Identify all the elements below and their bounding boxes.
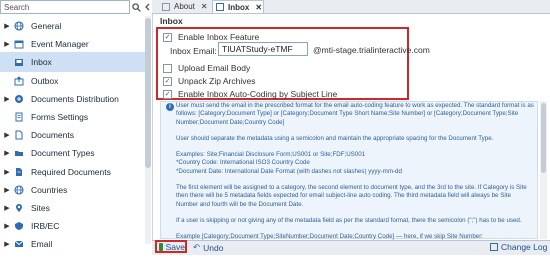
save-icon [159, 242, 163, 251]
tab-about-icon [162, 2, 170, 11]
auto-coding-checkbox[interactable]: ✓ Enable Inbox Auto-Coding by Subject Li… [163, 88, 337, 100]
sidebar-item-outbox[interactable]: Outbox [0, 71, 148, 91]
sidebar-item-label: Forms Settings [31, 112, 89, 122]
upload-email-body-label: Upload Email Body [178, 63, 251, 73]
expand-arrow-icon[interactable]: ▶ [2, 168, 12, 176]
form-icon [12, 111, 26, 123]
sidebar-item-sites[interactable]: ▶ Sites [0, 198, 148, 218]
irb-icon [12, 220, 26, 232]
sidebar-item-general[interactable]: ▶ General [0, 16, 148, 36]
panel-title: Inbox [160, 16, 183, 26]
sidebar-item-required-documents[interactable]: ▶ Required Documents [0, 162, 148, 182]
info-scroll-thumb[interactable] [541, 103, 546, 173]
checkbox-unchecked-icon[interactable] [163, 63, 172, 73]
save-label: Save [165, 241, 185, 252]
undo-button[interactable]: ↶ Undo [193, 242, 223, 253]
sidebar-item-label: Outbox [31, 75, 59, 86]
info-paragraph: The first element will be assigned to a … [176, 184, 527, 208]
info-paragraph: User should separate the metadata using … [176, 134, 494, 142]
sidebar-item-label: Event Manager [31, 39, 89, 50]
expand-arrow-icon[interactable]: ▶ [2, 40, 12, 48]
expand-arrow-icon[interactable]: ▶ [2, 22, 12, 30]
sidebar-item-label: Inbox [31, 57, 52, 68]
inbox-email-label: Inbox Email: * [170, 46, 222, 56]
undo-icon: ↶ [193, 242, 201, 252]
sidebar-item-documents-distribution[interactable]: ▶ Documents Distribution [0, 89, 148, 109]
globe-icon [12, 184, 26, 196]
expand-arrow-icon[interactable]: ▶ [2, 149, 12, 157]
required-doc-icon [12, 166, 26, 178]
expand-arrow-icon[interactable]: ▶ [2, 95, 12, 103]
sidebar-item-label: Sites [31, 203, 50, 213]
inbox-email-domain: @mti-stage.trialinteractive.com [313, 45, 430, 55]
change-log-label: Change Log [501, 242, 548, 252]
folder-icon [12, 147, 26, 159]
unpack-zip-label: Unpack Zip Archives [178, 76, 256, 86]
upload-email-body-checkbox[interactable]: Upload Email Body [163, 62, 250, 74]
info-paragraph: User must send the email in the prescrib… [176, 102, 534, 126]
close-icon[interactable]: ✕ [255, 3, 262, 12]
info-text: User must send the email in the prescrib… [176, 102, 534, 258]
sidebar-item-documents[interactable]: ▶ Documents [0, 125, 148, 145]
tab-about-label: About [174, 2, 195, 11]
expand-arrow-icon[interactable]: ▶ [2, 222, 12, 230]
sidebar-item-document-types[interactable]: ▶ Document Types [0, 143, 148, 163]
distribution-icon [12, 93, 26, 105]
site-icon [12, 202, 26, 214]
email-icon [12, 238, 26, 250]
sidebar-item-label: Required Documents [31, 166, 111, 177]
sidebar: Search ▶ General ▶ Event Manager Inbox Outbox… [0, 0, 153, 254]
sidebar-item-irb-ec[interactable]: ▶ IRB/EC [0, 216, 148, 236]
checkbox-checked-icon[interactable]: ✓ [163, 89, 172, 99]
sidebar-item-label: Email [31, 239, 53, 250]
checkbox-checked-icon[interactable]: ✓ [163, 32, 172, 42]
expand-arrow-icon[interactable]: ▶ [2, 204, 12, 212]
collapse-sidebar-icon[interactable] [142, 1, 152, 13]
calendar-icon [12, 38, 26, 50]
checkbox-checked-icon[interactable]: ✓ [163, 76, 172, 86]
document-icon [12, 129, 26, 141]
sidebar-item-label: Documents Distribution [31, 93, 119, 104]
info-paragraph: Examples: Site;Financial Disclosure Form… [176, 151, 402, 175]
sidebar-item-countries[interactable]: ▶ Countries [0, 180, 148, 200]
sidebar-item-label: Countries [31, 184, 68, 195]
expand-arrow-icon[interactable]: ▶ [2, 131, 12, 139]
sidebar-item-label: General [31, 21, 62, 31]
save-button[interactable]: Save [155, 240, 187, 253]
inbox-email-input[interactable]: TIUATStudy-eTMF [218, 42, 308, 56]
globe-icon [12, 20, 26, 32]
tab-inbox-icon [216, 3, 224, 11]
close-icon[interactable]: ✕ [201, 2, 208, 11]
tab-bar: About ✕ Inbox ✕ [152, 0, 550, 14]
sidebar-item-forms-settings[interactable]: Forms Settings [0, 107, 148, 127]
sidebar-item-event-manager[interactable]: ▶ Event Manager [0, 34, 148, 54]
sidebar-item-label: Document Types [31, 148, 95, 159]
auto-coding-label: Enable Inbox Auto-Coding by Subject Line [178, 89, 338, 99]
unpack-zip-checkbox[interactable]: ✓ Unpack Zip Archives [163, 75, 255, 87]
info-paragraph: If a user is skipping or not giving any … [176, 216, 522, 224]
expand-arrow-icon[interactable]: ▶ [2, 240, 12, 248]
sidebar-item-label: Documents [31, 130, 74, 141]
sidebar-scroll-thumb[interactable] [145, 18, 151, 168]
undo-label: Undo [203, 242, 224, 253]
search-icon[interactable] [130, 0, 142, 14]
sidebar-item-email[interactable]: ▶ Email [0, 234, 148, 254]
sidebar-item-inbox[interactable]: Inbox [0, 52, 148, 73]
inbox-email-label-text: Inbox Email: [170, 46, 217, 56]
tab-inbox[interactable]: Inbox ✕ [212, 0, 264, 13]
change-log-icon [490, 243, 498, 251]
enable-inbox-feature-label: Enable Inbox Feature [178, 32, 260, 42]
tab-about[interactable]: About ✕ [162, 0, 208, 13]
expand-arrow-icon[interactable]: ▶ [2, 186, 12, 194]
inbox-icon [12, 56, 26, 68]
tab-inbox-label: Inbox [228, 2, 250, 12]
info-icon: i [166, 103, 174, 111]
change-log-button[interactable]: Change Log [490, 242, 547, 252]
search-input[interactable]: Search [0, 0, 130, 14]
outbox-icon [12, 75, 26, 87]
sidebar-item-label: IRB/EC [31, 221, 60, 232]
